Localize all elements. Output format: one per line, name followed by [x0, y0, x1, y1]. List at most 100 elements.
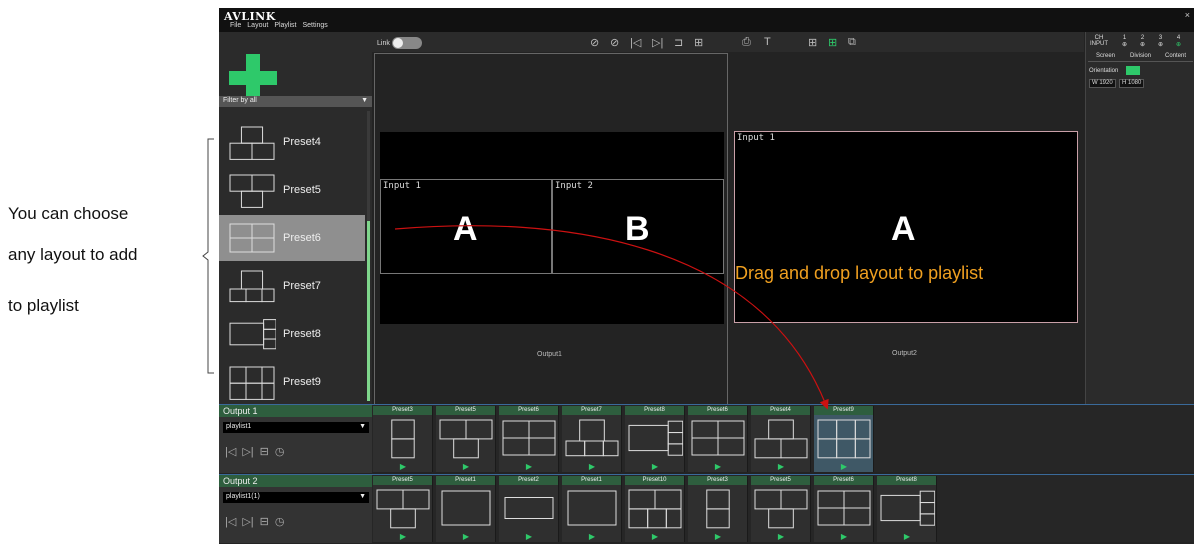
layout-grid-icon[interactable]: ⊞ — [808, 36, 817, 49]
playlist-card[interactable]: Preset6 ▶ — [814, 476, 874, 542]
output1-canvas[interactable]: Input 1 A Input 2 B Output1 — [374, 53, 728, 405]
channel-1[interactable]: 1 ⊕ — [1122, 35, 1127, 48]
tab-content[interactable]: Content — [1158, 53, 1193, 62]
preset-item[interactable]: Preset5 — [219, 167, 365, 213]
output1-window-2[interactable]: Input 2 B — [552, 179, 724, 274]
playlist-card[interactable]: Preset8 ▶ — [625, 406, 685, 472]
play-icon[interactable]: ▶ — [625, 532, 685, 541]
playlist-card-name: Preset5 — [751, 476, 810, 485]
menu-settings[interactable]: Settings — [303, 22, 328, 29]
text-icon[interactable]: T — [764, 36, 771, 48]
play-icon[interactable]: ▶ — [625, 462, 685, 471]
play-icon[interactable]: ▶ — [373, 532, 433, 541]
next-icon[interactable]: ▷| — [242, 515, 253, 528]
menu-layout[interactable]: Layout — [247, 22, 268, 29]
play-icon[interactable]: ▶ — [688, 462, 748, 471]
eye-slash-icon[interactable]: ⊘ — [590, 36, 599, 49]
playlist-card[interactable]: Preset5 ▶ — [436, 406, 496, 472]
prev-icon[interactable]: |◁ — [225, 515, 236, 528]
playlist-card[interactable]: Preset10 ▶ — [625, 476, 685, 542]
list-icon[interactable]: ⊟ — [260, 515, 269, 528]
preset-item[interactable]: Preset6 — [219, 215, 365, 261]
preset-item[interactable]: Preset4 — [219, 119, 365, 165]
layout-thumbnail-icon — [628, 489, 682, 529]
playlist-select[interactable]: playlist1 ▼ — [223, 422, 369, 433]
prev-icon[interactable]: |◁ — [225, 445, 236, 458]
filter-dropdown[interactable]: Filter by all ▼ — [219, 96, 372, 107]
playlist-card[interactable]: Preset5 ▶ — [751, 476, 811, 542]
playlist-card[interactable]: Preset6 ▶ — [688, 406, 748, 472]
tab-screen[interactable]: Screen — [1088, 53, 1123, 62]
height-field[interactable]: H 1080 — [1119, 79, 1145, 88]
layout-thumbnail-icon — [229, 319, 276, 350]
play-icon[interactable]: ▶ — [436, 532, 496, 541]
playlist-card[interactable]: Preset3 ▶ — [688, 476, 748, 542]
orientation-icon[interactable] — [1126, 66, 1140, 75]
output2-window-1[interactable]: Input 1 A — [734, 131, 1078, 323]
add-layout-button[interactable] — [229, 54, 277, 102]
playlist-card[interactable]: Preset3 ▶ — [373, 406, 433, 472]
output2-canvas[interactable]: Input 1 A Output2 — [730, 53, 1084, 405]
scrollbar-thumb[interactable] — [367, 221, 370, 401]
output1-window-1[interactable]: Input 1 A — [380, 179, 552, 274]
preset-scrollbar[interactable] — [367, 111, 370, 401]
annotation-line-1: You can choose — [8, 204, 129, 223]
playlist-card[interactable]: Preset2 ▶ — [499, 476, 559, 542]
play-icon[interactable]: ▶ — [751, 462, 811, 471]
snapshot-icon[interactable]: ⎙ — [742, 36, 751, 49]
preset-label: Preset8 — [283, 328, 321, 340]
play-icon[interactable]: ▶ — [499, 462, 559, 471]
playlist-select[interactable]: playlist1(1) ▼ — [223, 492, 369, 503]
channel-2[interactable]: 2 ⊕ — [1140, 35, 1145, 48]
next-icon[interactable]: ▷| — [242, 445, 253, 458]
playlist-card[interactable]: Preset4 ▶ — [751, 406, 811, 472]
layout-thumbnail-icon — [706, 489, 730, 529]
preset-label: Preset6 — [283, 232, 321, 244]
preset-item[interactable]: Preset8 — [219, 311, 365, 357]
play-icon[interactable]: ▶ — [562, 462, 622, 471]
channel-3[interactable]: 3 ⊕ — [1158, 35, 1163, 48]
preset-item[interactable]: Preset7 — [219, 263, 365, 309]
layout-thumbnail-icon — [229, 270, 275, 303]
menu-playlist[interactable]: Playlist — [274, 22, 296, 29]
eye-slash-alt-icon[interactable]: ⊘ — [610, 36, 619, 49]
orientation-label: Orientation — [1089, 68, 1119, 74]
play-icon[interactable]: ▶ — [436, 462, 496, 471]
play-icon[interactable]: ▶ — [499, 532, 559, 541]
playlist-card[interactable]: Preset6 ▶ — [499, 406, 559, 472]
play-icon[interactable]: ▶ — [814, 532, 874, 541]
play-icon[interactable]: ▶ — [814, 462, 874, 471]
playlist-card[interactable]: Preset1 ▶ — [436, 476, 496, 542]
play-icon[interactable]: ▶ — [751, 532, 811, 541]
play-icon[interactable]: ▶ — [562, 532, 622, 541]
playlist-card[interactable]: Preset1 ▶ — [562, 476, 622, 542]
layout-copy-icon[interactable]: ⧉ — [848, 36, 856, 49]
playlist-card[interactable]: Preset7 ▶ — [562, 406, 622, 472]
layout-add-icon[interactable]: ⊞ — [828, 36, 837, 49]
link-toggle[interactable] — [392, 37, 422, 49]
close-icon[interactable]: × — [1185, 10, 1190, 20]
playlist-card-name: Preset2 — [499, 476, 558, 485]
grid-icon[interactable]: ⊞ — [694, 36, 703, 49]
layout-thumbnail-icon — [628, 420, 683, 456]
layout-thumbnail-icon — [229, 126, 275, 160]
clock-icon[interactable]: ◷ — [275, 515, 285, 528]
playlist-card[interactable]: Preset9 ▶ — [814, 406, 874, 472]
menu-file[interactable]: File — [230, 22, 241, 29]
preset-item[interactable]: Preset9 — [219, 359, 365, 405]
playlist-card[interactable]: Preset5 ▶ — [373, 476, 433, 542]
prev-icon[interactable]: |◁ — [630, 36, 641, 49]
play-icon[interactable]: ▶ — [688, 532, 748, 541]
tab-division[interactable]: Division — [1123, 53, 1158, 62]
layout-thumbnail-icon — [754, 419, 808, 459]
playlist-card[interactable]: Preset8 ▶ — [877, 476, 937, 542]
play-icon[interactable]: ▶ — [373, 462, 433, 471]
fit-icon[interactable]: ⊐ — [674, 36, 683, 49]
play-icon[interactable]: ▶ — [877, 532, 937, 541]
channel-4[interactable]: 4 ⊕ — [1176, 35, 1181, 48]
annotation-brace — [202, 138, 214, 374]
clock-icon[interactable]: ◷ — [275, 445, 285, 458]
width-field[interactable]: W 1920 — [1089, 79, 1116, 88]
list-icon[interactable]: ⊟ — [260, 445, 269, 458]
next-icon[interactable]: ▷| — [652, 36, 663, 49]
